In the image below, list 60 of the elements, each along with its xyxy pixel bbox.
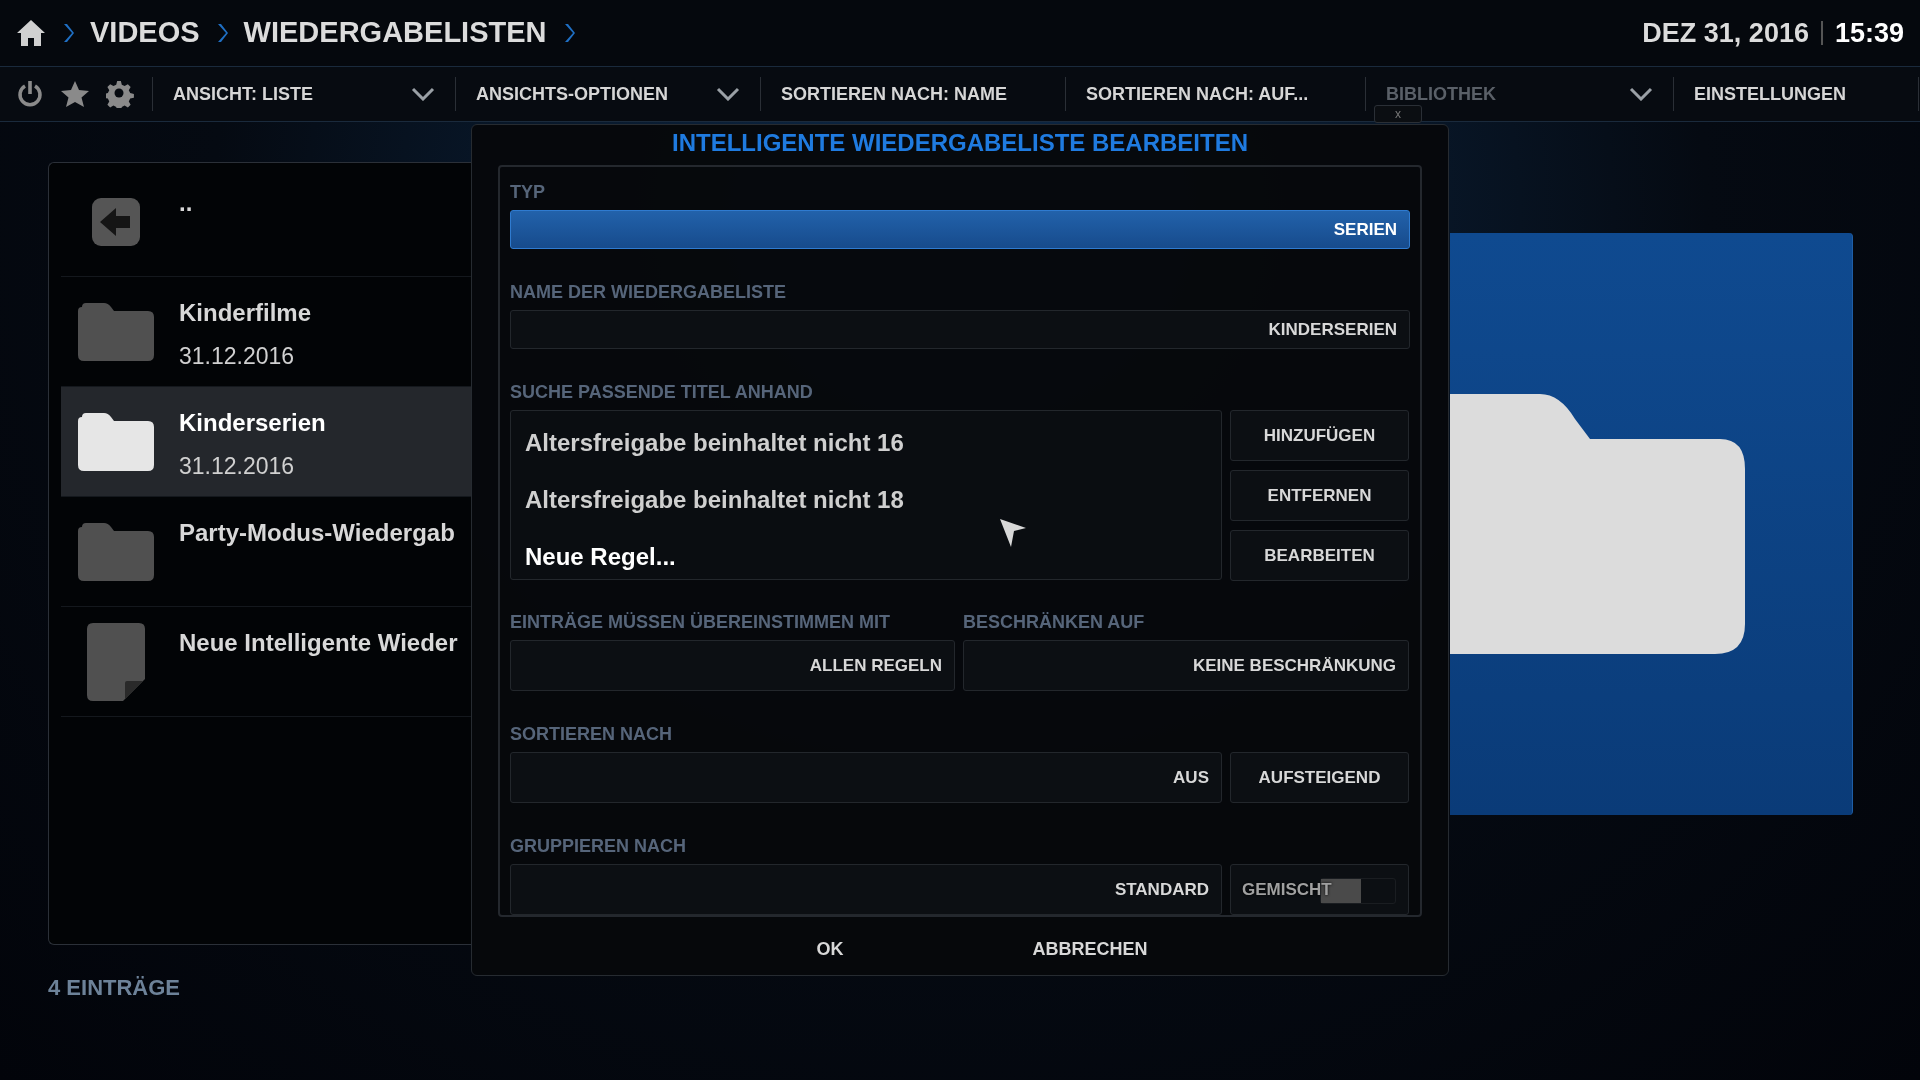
section-label: GRUPPIEREN NACH xyxy=(510,835,688,858)
chevron-icon xyxy=(562,22,575,44)
clock-time: 15:39 xyxy=(1834,16,1904,50)
toolbar-button[interactable]: SORTIEREN NACH: AUF... xyxy=(1086,80,1309,108)
item-title: Kinderfilme xyxy=(179,298,312,328)
limit-selector[interactable]: KEINE BESCHRÄNKUNG xyxy=(963,640,1409,691)
toolbar-button[interactable]: ANSICHTS-OPTIONEN xyxy=(476,80,668,108)
date-label: DEZ 31, 2016 xyxy=(1642,16,1809,50)
section-label: SUCHE PASSENDE TITEL ANHAND xyxy=(510,381,814,404)
item-date: 31.12.2016 xyxy=(179,452,296,481)
breadcrumb[interactable]: WIEDERGABELISTEN xyxy=(243,11,547,55)
home-icon[interactable] xyxy=(16,19,46,47)
mixed-toggle[interactable]: GEMISCHT xyxy=(1230,864,1409,915)
sort-selector[interactable]: AUS xyxy=(510,752,1222,803)
rule-item[interactable]: Neue Regel... xyxy=(525,539,1207,575)
folder-icon xyxy=(78,412,154,471)
rule-item[interactable]: Altersfreigabe beinhaltet nicht 16 xyxy=(525,425,1207,461)
dialog-button[interactable]: OK xyxy=(740,929,920,969)
section-label: SORTIEREN NACH xyxy=(510,723,673,746)
item-title: Neue Intelligente Wieder xyxy=(179,628,458,658)
dialog-button[interactable]: AUFSTEIGEND xyxy=(1230,752,1409,803)
item-title: Party-Modus-Wiedergab xyxy=(179,518,455,548)
list-item[interactable]: Neue Intelligente Wieder xyxy=(61,607,471,717)
rule-item[interactable]: Altersfreigabe beinhaltet nicht 18 xyxy=(525,482,1207,518)
close-button[interactable]: x xyxy=(1374,105,1422,123)
toolbar-button[interactable]: ANSICHT: LISTE xyxy=(173,80,313,108)
type-selector[interactable]: SERIEN xyxy=(510,210,1410,249)
item-title: .. xyxy=(179,188,193,218)
dialog-title: INTELLIGENTE WIEDERGABELISTE BEARBEITEN xyxy=(672,128,1248,158)
power-icon[interactable] xyxy=(16,80,44,108)
folder-icon xyxy=(78,522,154,581)
section-label: TYP xyxy=(510,181,546,204)
section-label: NAME DER WIEDERGABELISTE xyxy=(510,281,787,304)
section-label: BESCHRÄNKEN AUF xyxy=(963,611,1146,634)
document-icon xyxy=(87,622,145,701)
mouse-pointer-icon xyxy=(999,518,1027,548)
dialog-button[interactable]: ENTFERNEN xyxy=(1230,470,1409,521)
match-selector[interactable]: ALLEN REGELN xyxy=(510,640,955,691)
chevron-icon xyxy=(62,22,74,44)
list-item[interactable]: Party-Modus-Wiedergab xyxy=(61,497,471,607)
settings-icon[interactable] xyxy=(106,80,134,108)
name-field[interactable]: KINDERSERIEN xyxy=(510,310,1410,349)
folder-icon xyxy=(1450,394,1745,654)
chevron-icon xyxy=(215,22,228,44)
list-item[interactable]: Kinderserien 31.12.2016 xyxy=(61,387,471,497)
folder-icon xyxy=(78,302,154,361)
section-label: EINTRÄGE MÜSSEN ÜBEREINSTIMMEN MIT xyxy=(510,611,891,634)
star-icon[interactable] xyxy=(60,80,90,108)
list-item[interactable]: .. xyxy=(61,167,471,277)
dialog-button[interactable]: ABBRECHEN xyxy=(1000,929,1180,969)
dialog-button[interactable]: BEARBEITEN xyxy=(1230,530,1409,581)
group-selector[interactable]: STANDARD xyxy=(510,864,1222,915)
toolbar-button[interactable]: SORTIEREN NACH: NAME xyxy=(781,80,1007,108)
dialog-button[interactable]: HINZUFÜGEN xyxy=(1230,410,1409,461)
item-title: Kinderserien xyxy=(179,408,326,438)
breadcrumb[interactable]: VIDEOS xyxy=(90,11,200,55)
item-count: 4 EINTRÄGE xyxy=(48,974,182,1002)
toolbar-button[interactable]: EINSTELLUNGEN xyxy=(1694,80,1846,108)
toggle-label: GEMISCHT xyxy=(1242,878,1332,901)
item-date: 31.12.2016 xyxy=(179,342,296,371)
